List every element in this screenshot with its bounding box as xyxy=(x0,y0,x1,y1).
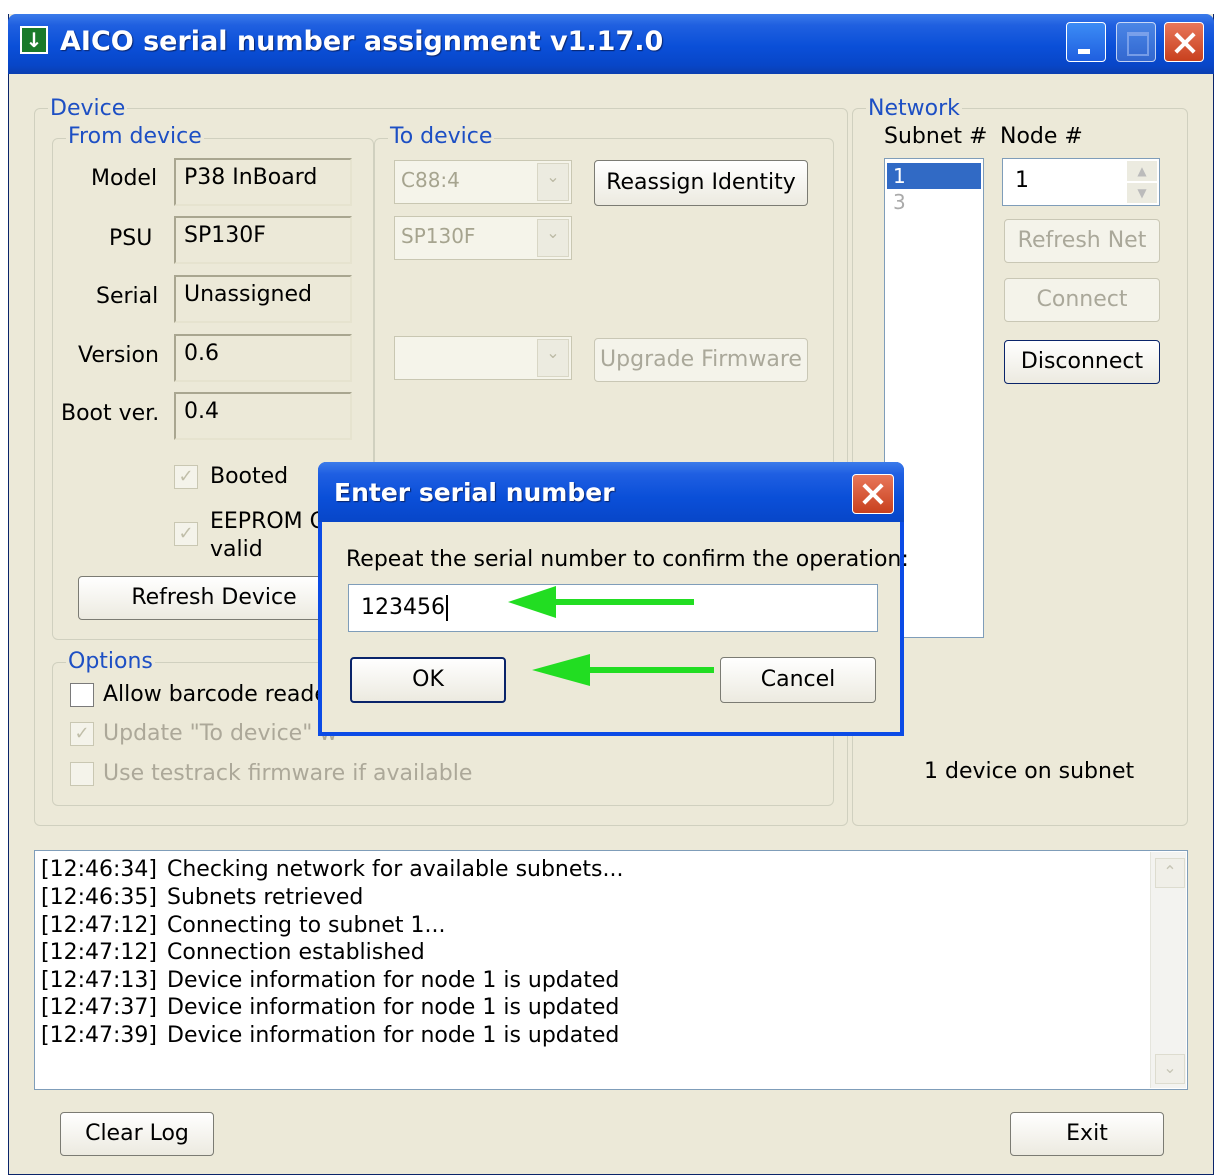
boot-version-field: 0.4 xyxy=(174,392,352,440)
annotation-arrow-ok xyxy=(532,654,714,686)
to-psu-value: SP130F xyxy=(401,224,476,248)
window-title: AICO serial number assignment v1.17.0 xyxy=(60,26,664,57)
to-device-label: To device xyxy=(388,124,495,149)
upgrade-firmware-button: Upgrade Firmware xyxy=(594,338,808,382)
node-label: Node # xyxy=(1000,124,1083,149)
serial-field: Unassigned xyxy=(174,275,352,323)
subnet-label: Subnet # xyxy=(884,124,988,149)
model-label: Model xyxy=(91,166,158,191)
scroll-up-icon[interactable]: ⌃ xyxy=(1155,858,1185,888)
disconnect-button[interactable]: Disconnect xyxy=(1004,340,1160,384)
close-button[interactable] xyxy=(1164,22,1204,62)
dialog-prompt: Repeat the serial number to confirm the … xyxy=(346,547,909,572)
annotation-arrow-input xyxy=(508,586,694,618)
eeprom-label: EEPROM C xyxy=(210,509,326,534)
log-line: [12:47:12] Connecting to subnet 1... xyxy=(41,913,446,938)
download-arrow-icon: ↓ xyxy=(20,26,48,54)
options-label: Options xyxy=(66,649,155,674)
network-label: Network xyxy=(866,96,962,121)
psu-field: SP130F xyxy=(174,216,352,264)
text-caret xyxy=(445,595,448,621)
clear-log-button[interactable]: Clear Log xyxy=(60,1112,214,1156)
use-testrack-checkbox xyxy=(70,762,94,786)
allow-barcode-checkbox[interactable] xyxy=(70,683,94,707)
chevron-down-icon: ⌄ xyxy=(537,219,569,257)
use-testrack-label: Use testrack firmware if available xyxy=(103,761,473,786)
dialog-close-button[interactable] xyxy=(852,474,894,514)
spin-down-icon[interactable]: ▼ xyxy=(1127,183,1157,203)
subnet-list-item[interactable]: 3 xyxy=(887,189,981,215)
update-to-device-label: Update "To device" w xyxy=(103,721,338,746)
boot-version-label: Boot ver. xyxy=(61,401,160,426)
node-spinner[interactable]: 1 ▲ ▼ xyxy=(1002,158,1160,206)
log-line: [12:46:34] Checking network for available… xyxy=(41,857,624,882)
cancel-button[interactable]: Cancel xyxy=(720,657,876,703)
serial-label: Serial xyxy=(96,284,159,309)
log-line: [12:47:37] Device information for node 1 … xyxy=(41,995,620,1020)
refresh-net-button: Refresh Net xyxy=(1004,219,1160,263)
serial-input-value: 123456 xyxy=(361,595,445,620)
eeprom-checkbox: ✓ xyxy=(174,522,198,546)
firmware-combo: ⌄ xyxy=(394,336,572,380)
to-model-combo: C88:4 ⌄ xyxy=(394,160,572,204)
chevron-down-icon: ⌄ xyxy=(537,163,569,201)
chevron-down-icon: ⌄ xyxy=(537,339,569,377)
reassign-identity-button[interactable]: Reassign Identity xyxy=(594,160,808,206)
network-status: 1 device on subnet xyxy=(924,759,1135,784)
psu-label: PSU xyxy=(109,226,153,251)
to-psu-combo: SP130F ⌄ xyxy=(394,216,572,260)
dialog-title: Enter serial number xyxy=(334,478,615,507)
model-field: P38 InBoard xyxy=(174,158,352,206)
node-value: 1 xyxy=(1015,168,1029,193)
exit-button[interactable]: Exit xyxy=(1010,1112,1164,1156)
ok-button[interactable]: OK xyxy=(350,657,506,703)
minimize-button[interactable] xyxy=(1066,22,1106,62)
connect-button: Connect xyxy=(1004,278,1160,322)
device-group-label: Device xyxy=(48,96,128,121)
version-label: Version xyxy=(78,343,159,368)
log-line: [12:47:12] Connection established xyxy=(41,940,425,965)
update-to-device-checkbox: ✓ xyxy=(70,722,94,746)
from-device-label: From device xyxy=(66,124,204,149)
log-line: [12:47:13] Device information for node 1 … xyxy=(41,968,620,993)
log-line: [12:46:35] Subnets retrieved xyxy=(41,885,364,910)
subnet-list-item[interactable]: 1 xyxy=(887,163,981,189)
log-scrollbar[interactable]: ⌃ ⌄ xyxy=(1150,852,1186,1088)
version-field: 0.6 xyxy=(174,334,352,382)
allow-barcode-label: Allow barcode reader xyxy=(103,682,337,707)
booted-label: Booted xyxy=(210,464,289,489)
scroll-down-icon[interactable]: ⌄ xyxy=(1155,1054,1185,1084)
spin-up-icon[interactable]: ▲ xyxy=(1127,161,1157,181)
booted-checkbox: ✓ xyxy=(174,465,198,489)
refresh-device-button[interactable]: Refresh Device xyxy=(78,576,350,620)
to-model-value: C88:4 xyxy=(401,168,460,192)
log-line: [12:47:39] Device information for node 1 … xyxy=(41,1023,620,1048)
maximize-button xyxy=(1116,22,1156,62)
log-area[interactable]: [12:46:34] Checking network for available… xyxy=(34,850,1188,1090)
eeprom-valid-label: valid xyxy=(210,537,263,562)
